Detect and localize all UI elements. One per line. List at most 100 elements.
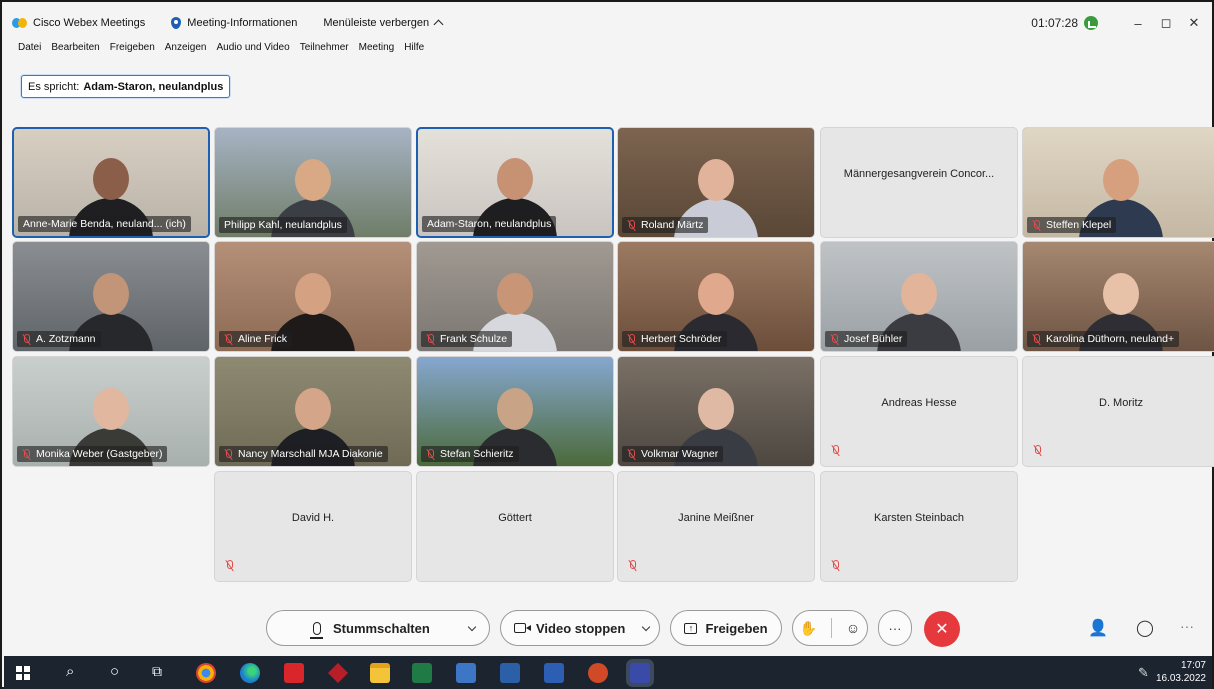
mic-muted-icon <box>628 560 637 571</box>
powerpoint-icon[interactable] <box>588 663 608 683</box>
participant-name-tag: Monika Weber (Gastgeber) <box>17 446 168 462</box>
menu-bar: Datei Bearbeiten Freigeben Anzeigen Audi… <box>18 42 434 56</box>
share-button[interactable]: ↑ Freigeben <box>670 610 782 646</box>
participant-name: Steffen Klepel <box>1046 219 1112 231</box>
search-icon[interactable]: ⌕ <box>66 663 74 680</box>
windows-taskbar: ⌕ ○ ⧉ ✎ 17:07 16.03.2022 <box>4 656 1212 689</box>
participant-name-tag: Karolina Düthorn, neuland+ <box>1027 331 1180 347</box>
video-head <box>901 273 937 315</box>
edge-icon[interactable] <box>240 663 260 683</box>
tray-clock[interactable]: 17:07 16.03.2022 <box>1156 659 1206 685</box>
participant-name-tag: Anne-Marie Benda, neuland... (ich) <box>18 216 191 232</box>
restore-button[interactable]: ◻ <box>1152 15 1180 31</box>
mic-muted-icon <box>1032 333 1041 345</box>
participant-tile[interactable]: Roland Märtz <box>617 127 815 238</box>
emoji-reaction-icon[interactable]: ☺ <box>846 620 860 636</box>
participant-name: Josef Bühler <box>844 333 903 345</box>
participant-name-tag: Philipp Kahl, neulandplus <box>219 217 347 233</box>
cortana-icon[interactable]: ○ <box>110 663 119 680</box>
menu-hilfe[interactable]: Hilfe <box>404 42 424 56</box>
participant-tile[interactable]: Andreas Hesse <box>820 356 1018 467</box>
chrome-icon[interactable] <box>196 663 216 683</box>
menu-anzeigen[interactable]: Anzeigen <box>165 42 207 56</box>
acrobat-icon[interactable] <box>284 663 304 683</box>
remote-desktop-icon[interactable] <box>500 663 520 683</box>
chevron-down-icon[interactable] <box>467 622 477 631</box>
participant-tile[interactable]: Janine Meißner <box>617 471 815 582</box>
raise-hand-icon[interactable]: ✋ <box>800 620 817 637</box>
end-meeting-button[interactable]: ✕ <box>924 611 960 647</box>
video-stop-button[interactable]: Video stoppen <box>500 610 660 646</box>
participant-tile[interactable]: Herbert Schröder <box>617 241 815 352</box>
webex-taskbar-icon[interactable] <box>630 663 650 683</box>
participant-name: Karsten Steinbach <box>874 512 964 524</box>
app-name: Cisco Webex Meetings <box>33 17 146 29</box>
participant-tile[interactable]: Männergesangverein Concor... <box>820 127 1018 238</box>
menu-teilnehmer[interactable]: Teilnehmer <box>300 42 349 56</box>
menu-meeting[interactable]: Meeting <box>359 42 395 56</box>
task-view-icon[interactable]: ⧉ <box>152 663 162 680</box>
video-head <box>497 273 533 315</box>
participant-tile[interactable]: Karolina Düthorn, neuland+ <box>1022 241 1214 352</box>
mic-muted-icon <box>627 333 636 345</box>
minimize-button[interactable]: – <box>1124 16 1152 31</box>
more-options-button[interactable]: ··· <box>878 610 912 646</box>
participant-tile[interactable]: Josef Bühler <box>820 241 1018 352</box>
hide-menu-button[interactable]: Menüleiste verbergen <box>323 17 444 30</box>
chevron-down-icon[interactable] <box>641 622 651 631</box>
participant-name-tag: Steffen Klepel <box>1027 217 1117 233</box>
participant-tile[interactable]: A. Zotzmann <box>12 241 210 352</box>
participant-tile[interactable]: Volkmar Wagner <box>617 356 815 467</box>
file-explorer-icon[interactable] <box>370 663 390 683</box>
participant-tile[interactable]: Frank Schulze <box>416 241 614 352</box>
menu-freigeben[interactable]: Freigeben <box>110 42 155 56</box>
participants-panel-icon[interactable]: 👤 <box>1088 618 1108 638</box>
calculator-icon[interactable] <box>456 663 476 683</box>
mic-muted-icon <box>225 560 234 571</box>
menu-datei[interactable]: Datei <box>18 42 41 56</box>
participant-tile[interactable]: Aline Frick <box>214 241 412 352</box>
video-head <box>698 388 734 430</box>
menu-bearbeiten[interactable]: Bearbeiten <box>51 42 99 56</box>
pen-tray-icon[interactable]: ✎ <box>1138 665 1149 681</box>
chat-icon[interactable]: ◯ <box>1136 618 1154 638</box>
excel-icon[interactable] <box>412 663 432 683</box>
participant-tile[interactable]: Stefan Schieritz <box>416 356 614 467</box>
camera-icon <box>514 623 531 633</box>
mic-muted-icon <box>224 448 233 460</box>
participant-name: D. Moritz <box>1099 397 1143 409</box>
word-icon[interactable] <box>544 663 564 683</box>
participant-tile[interactable]: Adam-Staron, neulandplus <box>416 127 614 238</box>
app-red-icon[interactable] <box>328 663 348 683</box>
webex-logo-icon <box>12 18 28 28</box>
windows-start-icon[interactable] <box>16 666 30 680</box>
active-speaker-indicator: Es spricht: Adam-Staron, neulandplus <box>21 75 231 98</box>
participant-tile[interactable]: Anne-Marie Benda, neuland... (ich) <box>12 127 210 238</box>
video-head <box>1103 273 1139 315</box>
participant-name: Frank Schulze <box>440 333 508 345</box>
video-main: Video stoppen <box>514 621 625 636</box>
mute-button[interactable]: Stummschalten <box>266 610 490 646</box>
participant-tile[interactable]: Karsten Steinbach <box>820 471 1018 582</box>
participant-tile[interactable]: David H. <box>214 471 412 582</box>
mic-muted-icon <box>426 448 435 460</box>
hide-menu-label: Menüleiste verbergen <box>323 17 430 29</box>
participant-tile[interactable]: D. Moritz <box>1022 356 1214 467</box>
connection-status-icon[interactable] <box>1084 16 1098 30</box>
participant-name-tag: Volkmar Wagner <box>622 446 724 462</box>
participant-tile[interactable]: Steffen Klepel <box>1022 127 1214 238</box>
participant-tile[interactable]: Göttert <box>416 471 614 582</box>
close-window-button[interactable]: ✕ <box>1180 15 1208 31</box>
participant-tile[interactable]: Philipp Kahl, neulandplus <box>214 127 412 238</box>
video-head <box>295 388 331 430</box>
menu-audio-video[interactable]: Audio und Video <box>216 42 289 56</box>
video-head <box>497 158 533 200</box>
participant-tile[interactable]: Monika Weber (Gastgeber) <box>12 356 210 467</box>
more-panels-icon[interactable]: ··· <box>1180 618 1194 634</box>
participant-name: Adam-Staron, neulandplus <box>427 218 552 230</box>
participant-tile[interactable]: Nancy Marschall MJA Diakonie <box>214 356 412 467</box>
video-head <box>698 159 734 201</box>
meeting-info-button[interactable]: Meeting-Informationen <box>171 17 297 29</box>
participant-name: A. Zotzmann <box>36 333 96 345</box>
participant-name: Nancy Marschall MJA Diakonie <box>238 448 383 460</box>
